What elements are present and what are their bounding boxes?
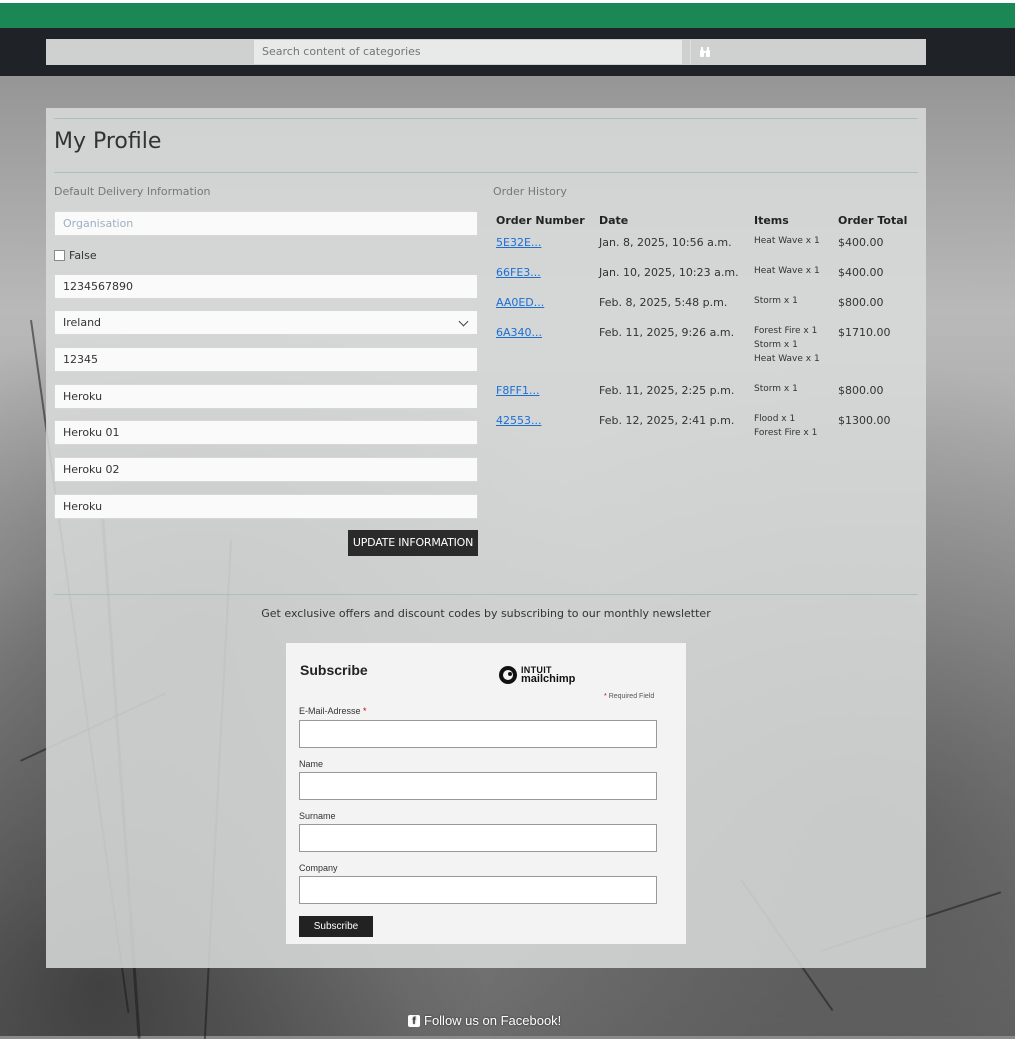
order-total: $800.00	[838, 384, 884, 397]
order-item: Storm x 1	[754, 384, 798, 394]
company-field[interactable]	[299, 876, 657, 904]
default-checkbox[interactable]	[54, 250, 65, 261]
order-total: $400.00	[838, 236, 884, 249]
order-history-label: Order History	[493, 185, 567, 198]
email-field[interactable]	[299, 720, 657, 748]
col-header-items: Items	[754, 214, 789, 227]
checkbox-label: False	[69, 249, 97, 262]
order-date: Feb. 11, 2025, 2:25 p.m.	[599, 384, 735, 397]
order-item: Storm x 1	[754, 296, 798, 306]
surname-label: Surname	[299, 811, 336, 821]
order-number-link[interactable]: 6A340...	[496, 326, 542, 339]
order-item: Storm x 1	[754, 340, 798, 350]
name-field[interactable]	[299, 772, 657, 800]
order-item: Flood x 1	[754, 414, 796, 424]
facebook-icon: f	[408, 1014, 420, 1027]
col-header-order-total: Order Total	[838, 214, 908, 227]
order-number-link[interactable]: 5E32E...	[496, 236, 541, 249]
order-item: Heat Wave x 1	[754, 266, 820, 276]
county-field[interactable]: Heroku	[54, 494, 478, 519]
search-input[interactable]	[254, 40, 682, 64]
order-number-link[interactable]: 66FE3...	[496, 266, 541, 279]
country-value: Ireland	[63, 316, 102, 329]
order-total: $1300.00	[838, 414, 891, 427]
organisation-field[interactable]: Organisation	[54, 211, 478, 236]
update-information-button[interactable]: UPDATE INFORMATION	[348, 530, 478, 556]
company-label: Company	[299, 863, 338, 873]
divider	[54, 118, 918, 119]
chevron-down-icon	[458, 316, 469, 327]
order-number-link[interactable]: 42553...	[496, 414, 541, 427]
order-number-link[interactable]: F8FF1...	[496, 384, 539, 397]
delivery-section-label: Default Delivery Information	[54, 185, 211, 198]
brand-bar	[0, 0, 1015, 28]
required-field-note: * Required Field	[604, 693, 655, 700]
order-date: Jan. 10, 2025, 10:23 a.m.	[599, 266, 739, 279]
street-address1-field[interactable]: Heroku 01	[54, 420, 478, 445]
order-item: Forest Fire x 1	[754, 428, 818, 438]
order-date: Feb. 8, 2025, 5:48 p.m.	[599, 296, 728, 309]
page-title: My Profile	[54, 129, 162, 154]
town-field[interactable]: Heroku	[54, 384, 478, 409]
street-address2-field[interactable]: Heroku 02	[54, 457, 478, 482]
order-total: $400.00	[838, 266, 884, 279]
col-header-date: Date	[599, 214, 629, 227]
divider	[54, 172, 918, 173]
subscribe-button[interactable]: Subscribe	[299, 916, 373, 937]
newsletter-text: Get exclusive offers and discount codes …	[261, 607, 711, 620]
order-total: $800.00	[838, 296, 884, 309]
order-total: $1710.00	[838, 326, 891, 339]
divider	[54, 594, 918, 595]
order-date: Feb. 11, 2025, 9:26 a.m.	[599, 326, 735, 339]
order-date: Jan. 8, 2025, 10:56 a.m.	[599, 236, 732, 249]
subscribe-title: Subscribe	[300, 662, 368, 678]
order-date: Feb. 12, 2025, 2:41 p.m.	[599, 414, 735, 427]
facebook-link-label: Follow us on Facebook!	[424, 1013, 562, 1028]
mailchimp-logo-name: mailchimp	[521, 673, 576, 685]
country-select[interactable]: Ireland	[54, 310, 478, 335]
order-item: Forest Fire x 1	[754, 326, 818, 336]
order-number-link[interactable]: AA0ED...	[496, 296, 544, 309]
phone-field[interactable]: 1234567890	[54, 274, 478, 299]
binoculars-icon	[700, 46, 710, 57]
surname-field[interactable]	[299, 824, 657, 852]
col-header-order-number: Order Number	[496, 214, 585, 227]
postcode-field[interactable]: 12345	[54, 347, 478, 372]
search-button[interactable]	[690, 40, 719, 64]
name-label: Name	[299, 759, 324, 769]
email-label: E-Mail-Adresse *	[299, 706, 367, 716]
order-item: Heat Wave x 1	[754, 236, 820, 246]
order-item: Heat Wave x 1	[754, 354, 820, 364]
facebook-link[interactable]: f Follow us on Facebook!	[408, 1013, 561, 1028]
